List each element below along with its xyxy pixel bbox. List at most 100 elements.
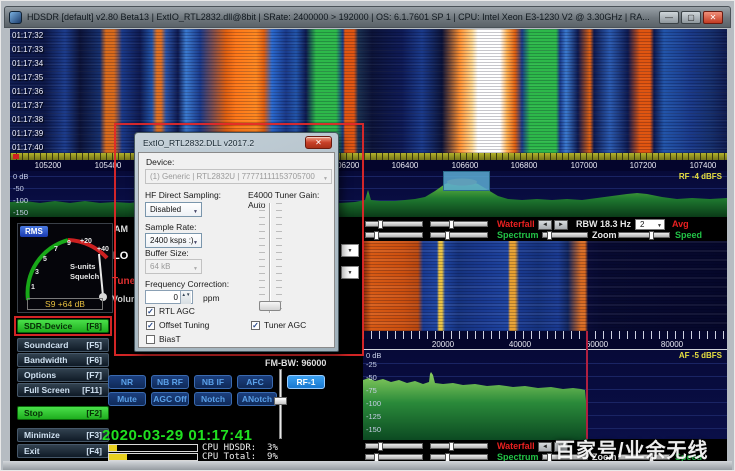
notch-button[interactable]: Notch: [194, 392, 232, 406]
options-button[interactable]: Options [F7]: [17, 368, 109, 382]
af-freq-label: 80000: [661, 340, 683, 349]
spectrum-upper-slider-2[interactable]: [365, 454, 423, 460]
device-label: Device:: [146, 157, 174, 167]
cpu-total-bar: [108, 453, 198, 461]
button-label: Stop: [24, 408, 43, 418]
dialog-title-bar[interactable]: ExtIO_RTL2832.DLL v2017.2 ✕: [138, 133, 335, 152]
biast-checkbox[interactable]: BiasT: [146, 334, 181, 344]
af-spectrum[interactable]: 0 dB -25 -50 -75 -100 -125 -150 AF -5 dB…: [363, 349, 727, 439]
waterfall-time: 01:17:37: [12, 101, 43, 110]
band-marker: [13, 154, 19, 159]
waterfall-lower-slider-2[interactable]: [430, 443, 488, 449]
button-label: Bandwidth: [24, 355, 67, 365]
freq-label: 107400: [690, 161, 717, 170]
waterfall-upper-slider[interactable]: [365, 221, 423, 227]
button-hotkey: [F7]: [86, 370, 102, 380]
hf-direct-sampling-dropdown[interactable]: Disabled: [145, 202, 202, 217]
db-label: -100: [13, 196, 28, 205]
nbrf-button[interactable]: NB RF: [151, 375, 189, 389]
speed-label: Speed: [675, 230, 702, 240]
meter-tick: 5: [43, 256, 47, 263]
nbif-button[interactable]: NB IF: [194, 375, 232, 389]
anotch-button[interactable]: ANotch: [237, 392, 277, 406]
checkbox-label: Tuner AGC: [264, 320, 306, 330]
ppm-spinner[interactable]: 0: [145, 290, 193, 304]
rf-level-readout: RF -4 dBFS: [679, 172, 722, 181]
meter-squelch-label[interactable]: Squelch: [70, 272, 99, 281]
meter-mode-badge[interactable]: RMS: [20, 226, 48, 237]
spectrum-lower-slider-2[interactable]: [430, 454, 488, 460]
offset-tuning-checkbox[interactable]: Offset Tuning: [146, 320, 209, 330]
af-db-label: -25: [366, 360, 377, 369]
tuner-gain-slider[interactable]: [269, 203, 271, 313]
zoom-slider[interactable]: [542, 232, 588, 238]
af-db-label: 0 dB: [366, 351, 381, 360]
shift-right-button[interactable]: ►: [554, 220, 568, 230]
hf-direct-sampling-label: HF Direct Sampling:: [145, 190, 221, 200]
speed-slider[interactable]: [618, 232, 670, 238]
title-bar: HDSDR [default] v2.80 Beta13 | ExtIO_RTL…: [4, 6, 731, 28]
nr-button[interactable]: NR: [108, 375, 146, 389]
maximize-button[interactable]: ▢: [681, 11, 701, 24]
minimize-app-button[interactable]: Minimize [F3]: [17, 428, 109, 442]
af-frequency-ruler[interactable]: [363, 331, 727, 339]
button-hotkey: [F5]: [86, 340, 102, 350]
af-freq-label: 60000: [586, 340, 608, 349]
watermark: 百家号/业余无线电: [555, 434, 727, 461]
af-waterfall[interactable]: [363, 241, 727, 331]
freq-label: 106400: [392, 161, 419, 170]
tuner-agc-checkbox[interactable]: Tuner AGC: [251, 320, 306, 330]
waterfall-upper-slider-2[interactable]: [365, 443, 423, 449]
exit-button[interactable]: Exit [F4]: [17, 444, 109, 458]
fm-bw-slider-knob[interactable]: [274, 397, 287, 405]
hdsdr-window: HDSDR [default] v2.80 Beta13 | ExtIO_RTL…: [0, 0, 735, 471]
dialog-body: Device: (1) Generic | RTL2832U | 7777111…: [138, 152, 335, 348]
af-db-label: -150: [366, 425, 381, 434]
meter-tick: 9: [67, 240, 71, 247]
clock: 2020-03-29 01:17:41: [102, 427, 252, 444]
button-hotkey: [F2]: [86, 408, 102, 418]
stop-button[interactable]: Stop [F2]: [17, 406, 109, 420]
af-tuning-line: [586, 331, 588, 439]
annotation-box-sdr-device: [14, 316, 112, 336]
mute-button[interactable]: Mute: [108, 392, 146, 406]
waterfall-lower-slider[interactable]: [430, 221, 488, 227]
waterfall-time: 01:17:39: [12, 129, 43, 138]
soundcard-button[interactable]: Soundcard [F5]: [17, 338, 109, 352]
minimize-button[interactable]: —: [659, 11, 679, 24]
agc-off-button[interactable]: AGC Off: [151, 392, 189, 406]
button-hotkey: [F6]: [86, 355, 102, 365]
checkbox-icon: [251, 321, 260, 330]
spectrum-lower-slider[interactable]: [430, 232, 488, 238]
bandwidth-button[interactable]: Bandwidth [F6]: [17, 353, 109, 367]
shift-left-button-2[interactable]: ◄: [538, 442, 552, 452]
freq-label: 105200: [35, 161, 62, 170]
sample-rate-label: Sample Rate:: [145, 222, 197, 232]
button-label: Full Screen: [24, 385, 70, 395]
meter-tick: +20: [80, 238, 92, 245]
af-level-readout: AF -5 dBFS: [679, 351, 722, 360]
shift-left-button[interactable]: ◄: [538, 220, 552, 230]
spectrum-upper-slider[interactable]: [365, 232, 423, 238]
passband-indicator[interactable]: [443, 171, 490, 191]
button-label: Soundcard: [24, 340, 68, 350]
waterfall-time: 01:17:36: [12, 87, 43, 96]
rf-gain-button[interactable]: RF-1: [287, 375, 325, 389]
spectrum-label: Spectrum: [497, 230, 539, 240]
frequency-correction-label: Frequency Correction:: [145, 279, 229, 289]
avg-count-dropdown[interactable]: 2: [635, 219, 665, 230]
dialog-close-button[interactable]: ✕: [305, 136, 332, 149]
close-button[interactable]: ✕: [703, 11, 723, 24]
meter-tick: +40: [97, 246, 109, 253]
af-frequency-labels: 20000 40000 60000 80000: [363, 339, 727, 349]
sample-rate-dropdown[interactable]: 2400 ksps :): [145, 233, 202, 248]
checkbox-label: Offset Tuning: [159, 320, 209, 330]
tuner-gain-slider-knob[interactable]: [259, 301, 281, 311]
fullscreen-button[interactable]: Full Screen [F11]: [17, 383, 109, 397]
rtl-agc-checkbox[interactable]: RTL AGC: [146, 306, 195, 316]
af-freq-label: 20000: [432, 340, 454, 349]
gain-slider-ticks-right: [276, 203, 282, 313]
freq-label: 107200: [630, 161, 657, 170]
buffer-size-dropdown: 64 kB: [145, 259, 202, 274]
afc-button[interactable]: AFC: [237, 375, 273, 389]
